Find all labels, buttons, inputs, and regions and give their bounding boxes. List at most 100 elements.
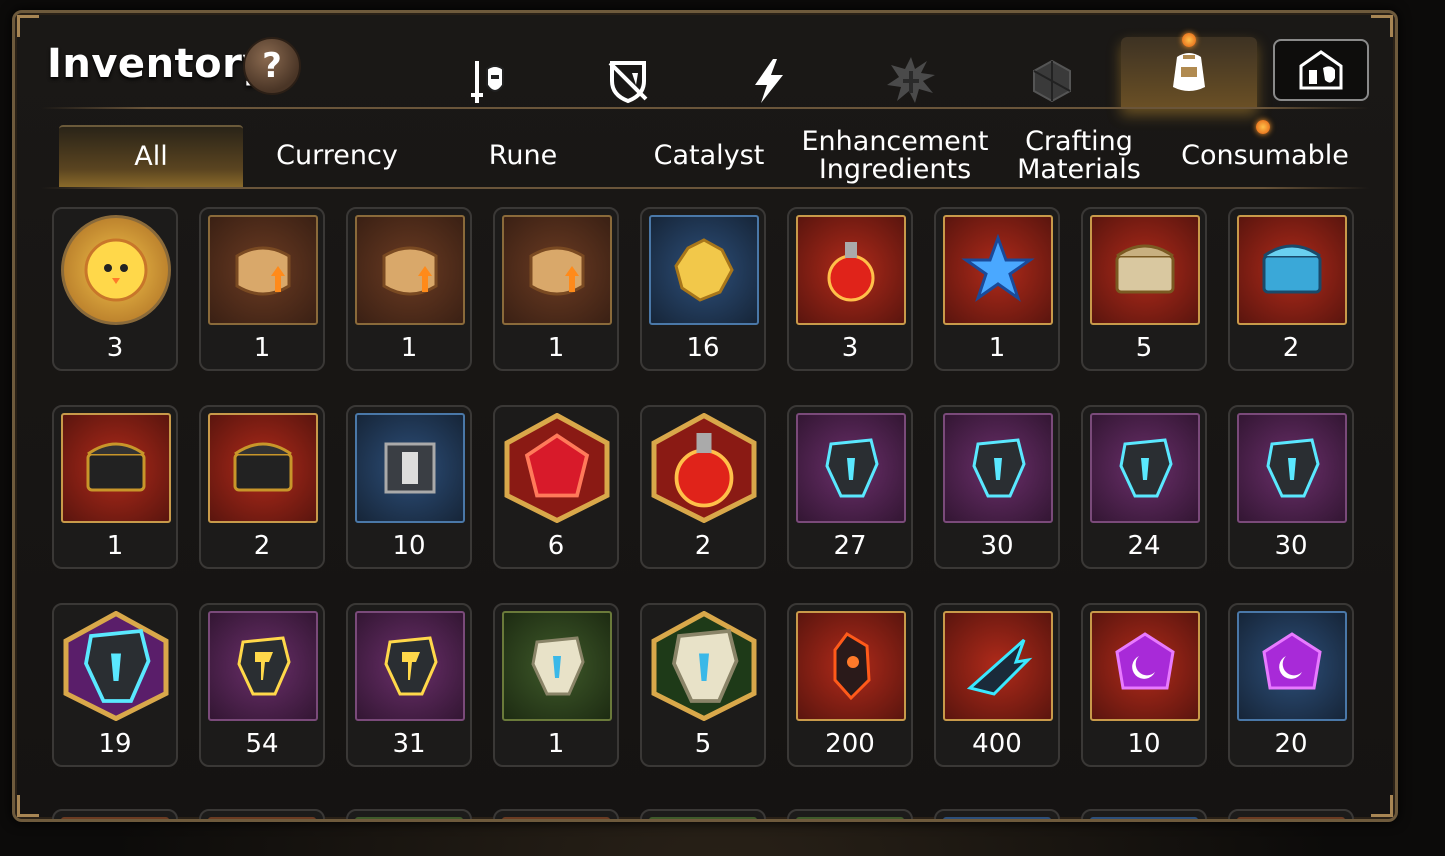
item-slot[interactable]: 20: [1228, 603, 1354, 767]
item-slot[interactable]: 30: [934, 405, 1060, 569]
tab-crafting-materials[interactable]: Crafting Materials: [995, 125, 1163, 187]
item-count: 1: [547, 729, 565, 759]
scroll-gold-icon: [502, 215, 612, 325]
pink-potion-icon: [649, 413, 759, 523]
red-potion-icon: [796, 215, 906, 325]
tab-currency[interactable]: Currency: [253, 125, 421, 187]
silver-box-icon: [355, 413, 465, 523]
rune-helm-icon: [943, 413, 1053, 523]
scroll-fire-icon: [208, 215, 318, 325]
stone-sword-icon: [502, 611, 612, 721]
rune-star-icon: [61, 611, 171, 721]
item-slot[interactable]: 5: [1081, 207, 1207, 371]
item-slot[interactable]: 3: [787, 207, 913, 371]
dragon-claw-icon: [943, 611, 1053, 721]
item-count: 27: [833, 531, 867, 561]
item-slot[interactable]: 54: [199, 603, 325, 767]
item-count: 5: [694, 729, 712, 759]
lightning-icon[interactable]: [729, 41, 809, 121]
item-count: 24: [1127, 531, 1161, 561]
item-slot-partial[interactable]: [934, 809, 1060, 819]
corner-ornament: [17, 795, 39, 817]
page-title: Inventory: [47, 41, 269, 87]
notification-dot: [1182, 33, 1196, 47]
item-slot-partial[interactable]: [1228, 809, 1354, 819]
item-slot[interactable]: 1: [199, 207, 325, 371]
item-slot-partial[interactable]: [787, 809, 913, 819]
item-count: 2: [1282, 333, 1300, 363]
item-slot[interactable]: 27: [787, 405, 913, 569]
tab-all[interactable]: All: [59, 125, 243, 187]
item-count: 20: [1274, 729, 1308, 759]
item-slot[interactable]: 10: [1081, 603, 1207, 767]
tab-consumable[interactable]: Consumable: [1173, 125, 1357, 187]
star-potion-icon: [943, 215, 1053, 325]
item-count: 1: [253, 333, 271, 363]
rune-bolt-icon: [355, 611, 465, 721]
moon-crystal-icon: [1237, 611, 1347, 721]
item-slot-partial[interactable]: [346, 809, 472, 819]
item-count: 30: [1274, 531, 1308, 561]
tab-rune[interactable]: Rune: [439, 125, 607, 187]
item-slot[interactable]: 1: [52, 405, 178, 569]
item-count: 31: [392, 729, 426, 759]
item-count: 10: [392, 531, 426, 561]
storage-icon[interactable]: [1273, 39, 1369, 101]
item-slot[interactable]: 19: [52, 603, 178, 767]
tab-enhancement-ingredients[interactable]: Enhancement Ingredients: [801, 125, 989, 187]
white-chest-icon: [1090, 215, 1200, 325]
rune-armor-icon: [1090, 413, 1200, 523]
tab-catalyst[interactable]: Catalyst: [625, 125, 793, 187]
item-slot[interactable]: 5: [640, 603, 766, 767]
item-slot[interactable]: 200: [787, 603, 913, 767]
item-slot[interactable]: 10: [346, 405, 472, 569]
item-slot-partial[interactable]: [199, 809, 325, 819]
item-count: 10: [1127, 729, 1161, 759]
cube-icon[interactable]: [1012, 41, 1092, 121]
help-button[interactable]: ?: [243, 37, 301, 95]
item-count: 54: [245, 729, 279, 759]
item-count: 3: [841, 333, 859, 363]
item-slot[interactable]: 1: [493, 603, 619, 767]
stone-star-icon: [649, 611, 759, 721]
item-slot[interactable]: 1: [346, 207, 472, 371]
item-slot-partial[interactable]: [640, 809, 766, 819]
chick-token-icon: [61, 215, 171, 325]
item-slot[interactable]: 16: [640, 207, 766, 371]
item-count: 400: [972, 729, 1022, 759]
blue-chest-icon: [1237, 215, 1347, 325]
shield-off-icon[interactable]: [588, 41, 668, 121]
item-slot[interactable]: 2: [1228, 207, 1354, 371]
moon-gem-icon: [1090, 611, 1200, 721]
item-count: 16: [686, 333, 720, 363]
item-count: 30: [980, 531, 1014, 561]
item-slot-partial[interactable]: [52, 809, 178, 819]
item-count: 1: [400, 333, 418, 363]
item-slot[interactable]: 2: [640, 405, 766, 569]
item-slot-partial[interactable]: [493, 809, 619, 819]
magma-stone-icon: [796, 611, 906, 721]
rune-splash-icon[interactable]: [871, 41, 951, 121]
item-slot[interactable]: 1: [493, 207, 619, 371]
item-slot[interactable]: 30: [1228, 405, 1354, 569]
notification-dot: [1256, 120, 1270, 134]
item-count: 19: [98, 729, 132, 759]
item-slot[interactable]: 1: [934, 207, 1060, 371]
item-slot[interactable]: 24: [1081, 405, 1207, 569]
item-slot-partial[interactable]: [1081, 809, 1207, 819]
item-slot[interactable]: 6: [493, 405, 619, 569]
equipment-icon[interactable]: [447, 41, 527, 121]
inventory-panel: Inventory ? All Currency Rune Catalyst E…: [12, 10, 1398, 822]
item-count: 3: [106, 333, 124, 363]
item-count: 2: [694, 531, 712, 561]
item-slot[interactable]: 400: [934, 603, 1060, 767]
divider: [41, 107, 1369, 109]
item-slot[interactable]: 2: [199, 405, 325, 569]
gold-chest-icon: [61, 413, 171, 523]
rune-sword-icon: [796, 413, 906, 523]
rune-hammer-icon: [208, 611, 318, 721]
item-slot[interactable]: 31: [346, 603, 472, 767]
backpack-icon[interactable]: [1121, 37, 1257, 109]
corner-ornament: [1371, 795, 1393, 817]
item-slot[interactable]: 3: [52, 207, 178, 371]
